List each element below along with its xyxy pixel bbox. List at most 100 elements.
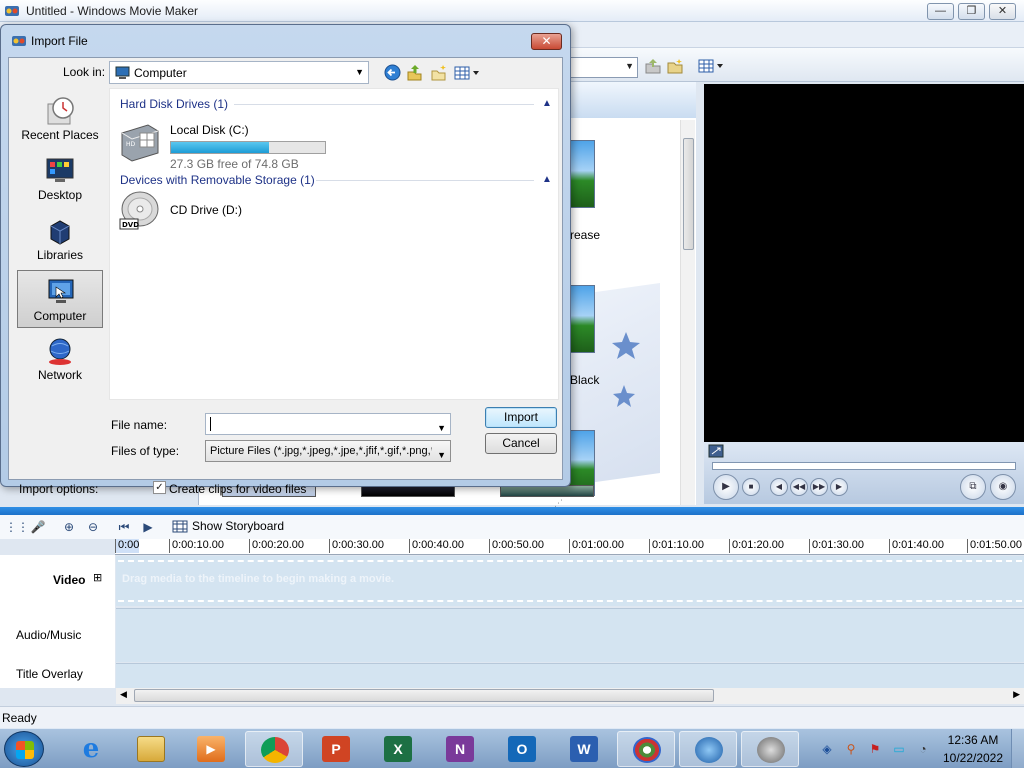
powerpoint-icon: P [322, 736, 350, 762]
app-title: Untitled - Windows Movie Maker [26, 4, 199, 18]
view-menu-icon[interactable] [698, 58, 724, 74]
ruler-tick: 0:01:00.00 [569, 539, 624, 553]
show-storyboard-button[interactable]: Show Storyboard [192, 519, 284, 533]
place-label: Network [37, 368, 82, 382]
clock-time[interactable]: 12:36 AM [945, 733, 1001, 747]
chevron-down-icon[interactable]: ▼ [437, 418, 446, 438]
places-bar: Recent Places Desktop Libraries Computer… [11, 88, 107, 408]
split-clip-button[interactable]: ⧉ [960, 474, 986, 500]
minimize-button[interactable]: — [927, 3, 954, 20]
scroll-right-icon[interactable]: ▶ [1013, 689, 1020, 700]
place-libraries[interactable]: Libraries [17, 210, 103, 268]
transition-thumbnail[interactable] [569, 140, 595, 208]
local-disk-item[interactable]: HD Local Disk (C:) 27.3 GB free of 74.8 … [118, 119, 348, 171]
taskbar-powerpoint[interactable]: P [307, 731, 365, 767]
dvd-drive-icon: DVD [119, 191, 159, 230]
dialog-close-button[interactable]: ✕ [531, 33, 562, 50]
cd-drive-item[interactable]: DVD CD Drive (D:) [118, 189, 298, 235]
file-name-input[interactable]: ▼ [205, 413, 451, 435]
file-list-view[interactable]: Hard Disk Drives (1) ▲ HD Local Disk (C:… [109, 88, 559, 400]
up-one-level-icon[interactable] [406, 64, 423, 81]
taskbar-onenote[interactable]: N [431, 731, 489, 767]
group-header-removable[interactable]: Devices with Removable Storage (1) [120, 173, 315, 187]
seek-slider[interactable] [712, 462, 1016, 470]
timeline-options-icon[interactable]: ⋮⋮ [5, 519, 29, 535]
chevron-down-icon: ▼ [437, 450, 446, 460]
place-desktop[interactable]: Desktop [17, 150, 103, 208]
import-button[interactable]: Import [485, 407, 557, 428]
title-overlay-track[interactable] [116, 663, 1024, 688]
files-of-type-select[interactable]: Picture Files (*.jpg,*.jpeg,*.jpe,*.jfif… [205, 440, 451, 462]
audio-track[interactable] [116, 608, 1024, 662]
maximize-button[interactable]: ❐ [958, 3, 985, 20]
taskbar-movie-maker[interactable] [741, 731, 799, 767]
preview-monitor: ▶ ■ ◀ ◀◀ ▶▶ ▶ ⧉ ◉ [696, 82, 1024, 507]
taskbar: e ▶ P X N O W ◈ ⚲ ⚑ ▭ ◔ 12:36 AM 10/22/2… [0, 728, 1024, 768]
new-folder-icon[interactable] [666, 58, 684, 74]
search-tray-icon[interactable]: ⚲ [843, 741, 859, 757]
display-tray-icon[interactable]: ▭ [891, 741, 907, 757]
toolbar-combo[interactable]: ▼ [570, 57, 638, 78]
collapse-group-icon[interactable]: ▲ [542, 98, 552, 109]
timeline-ruler[interactable]: 0:00 0:00:10.00 0:00:20.00 0:00:30.00 0:… [115, 539, 1024, 555]
import-options-label: Import options: [19, 482, 99, 496]
view-menu-icon[interactable] [454, 64, 480, 81]
previous-frame-button[interactable]: ◀ [770, 478, 788, 496]
group-header-hard-disk[interactable]: Hard Disk Drives (1) [120, 97, 228, 111]
expand-video-track-icon[interactable]: ⊞ [93, 571, 102, 584]
next-frame-button[interactable]: ▶ [830, 478, 848, 496]
place-recent-places[interactable]: Recent Places [17, 90, 103, 148]
taskbar-word[interactable]: W [555, 731, 613, 767]
taskbar-media-player[interactable]: ▶ [182, 731, 240, 767]
taskbar-internet-explorer[interactable]: e [62, 731, 120, 767]
clock-date[interactable]: 10/22/2022 [940, 751, 1006, 765]
create-clips-label[interactable]: Create clips for video files [169, 482, 306, 496]
zoom-in-icon[interactable]: ⊕ [61, 519, 77, 535]
scrollbar-thumb[interactable] [134, 689, 714, 702]
start-button[interactable] [4, 731, 44, 767]
zoom-out-icon[interactable]: ⊖ [85, 519, 101, 535]
splitter-band[interactable] [0, 507, 1024, 515]
fast-forward-button[interactable]: ▶▶ [810, 478, 828, 496]
back-icon[interactable] [384, 64, 401, 81]
create-clips-checkbox[interactable]: ✓ [153, 481, 166, 494]
action-center-flag-icon[interactable]: ⚑ [867, 741, 883, 757]
cancel-button[interactable]: Cancel [485, 433, 557, 454]
taskbar-excel[interactable]: X [369, 731, 427, 767]
take-picture-button[interactable]: ◉ [990, 474, 1016, 500]
taskbar-windows-media-center[interactable] [617, 731, 675, 767]
collapse-group-icon[interactable]: ▲ [542, 174, 552, 185]
taskbar-file-explorer[interactable] [122, 731, 180, 767]
look-in-combo[interactable]: Computer ▼ [109, 61, 369, 84]
taskbar-chrome[interactable] [245, 731, 303, 767]
import-file-dialog: Import File ✕ Look in: Computer ▼ Recent… [0, 24, 571, 508]
taskbar-outlook[interactable]: O [493, 731, 551, 767]
volume-icon[interactable]: ◔ [915, 741, 931, 757]
taskbar-globe-app[interactable] [679, 731, 737, 767]
transition-thumbnail[interactable] [569, 285, 595, 353]
play-timeline-icon[interactable]: ▶ [140, 519, 156, 535]
show-desktop-button[interactable] [1011, 729, 1024, 768]
resize-grip-icon[interactable]: ⋰ [554, 498, 563, 509]
create-new-folder-icon[interactable] [430, 64, 447, 81]
scroll-left-icon[interactable]: ◀ [120, 689, 127, 700]
place-computer[interactable]: Computer [17, 270, 103, 328]
up-folder-icon[interactable] [644, 58, 662, 74]
rewind-timeline-icon[interactable]: ⏮ [116, 519, 132, 535]
timeline-horizontal-scrollbar[interactable]: ◀ ▶ [116, 688, 1024, 704]
files-of-type-value: Picture Files (*.jpg,*.jpeg,*.jpe,*.jfif… [210, 445, 432, 457]
stop-button[interactable]: ■ [742, 478, 760, 496]
play-button[interactable]: ▶ [713, 474, 739, 500]
place-network[interactable]: Network [17, 330, 103, 388]
network-tray-icon[interactable]: ◈ [819, 741, 835, 757]
content-vertical-scrollbar[interactable] [680, 120, 695, 505]
narrate-icon[interactable]: 🎤 [30, 519, 46, 535]
rewind-button[interactable]: ◀◀ [790, 478, 808, 496]
star-icon [612, 332, 640, 407]
scrollbar-thumb[interactable] [683, 138, 694, 250]
ruler-tick: 0:00:10.00 [169, 539, 224, 553]
app-close-button[interactable]: ✕ [989, 3, 1016, 20]
fullscreen-icon[interactable] [708, 444, 724, 458]
libraries-icon [50, 220, 70, 245]
drag-hint-text: Drag media to the timeline to begin maki… [122, 573, 394, 585]
